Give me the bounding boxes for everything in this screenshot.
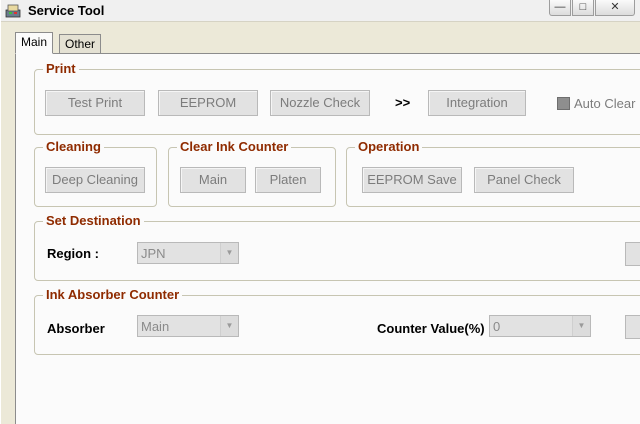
absorber-label: Absorber [47, 321, 105, 336]
eeprom-save-button[interactable]: EEPROM Save [362, 167, 462, 193]
absorber-select[interactable]: Main ▼ [137, 315, 239, 337]
clear-platen-button[interactable]: Platen [255, 167, 321, 193]
counter-value-select-value: 0 [493, 319, 501, 334]
service-tool-window: Service Tool — □ ✕ Main Other Print Test… [0, 0, 640, 424]
tab-main[interactable]: Main [15, 32, 54, 54]
print-group-title: Print [43, 61, 79, 76]
counter-value-select[interactable]: 0 ▼ [489, 315, 591, 337]
chevron-down-icon: ▼ [220, 316, 238, 336]
clear-ink-counter-group-title: Clear Ink Counter [177, 139, 292, 154]
nozzle-check-button[interactable]: Nozzle Check [270, 90, 370, 116]
print-group: Print Test Print EEPROM Nozzle Check >> … [34, 61, 640, 135]
auto-clear-checkbox[interactable] [557, 97, 570, 110]
minimize-button[interactable]: — [549, 0, 571, 16]
window-title: Service Tool [28, 3, 105, 18]
chevron-down-icon: ▼ [220, 243, 238, 263]
region-label: Region : [47, 246, 99, 261]
arrows-indicator: >> [395, 95, 411, 110]
auto-clear-label: Auto Clear [574, 96, 636, 111]
main-tab-panel: Print Test Print EEPROM Nozzle Check >> … [15, 53, 640, 424]
eeprom-button[interactable]: EEPROM [158, 90, 258, 116]
chevron-down-icon: ▼ [572, 316, 590, 336]
region-select[interactable]: JPN ▼ [137, 242, 239, 264]
operation-group: Operation EEPROM Save Panel Check [346, 139, 640, 207]
set-destination-button[interactable] [625, 242, 640, 266]
set-destination-group: Set Destination Region : JPN ▼ [34, 213, 640, 281]
close-button[interactable]: ✕ [595, 0, 635, 16]
cleaning-group-title: Cleaning [43, 139, 104, 154]
test-print-button[interactable]: Test Print [45, 90, 145, 116]
region-select-value: JPN [141, 246, 166, 261]
integration-button[interactable]: Integration [428, 90, 526, 116]
maximize-button[interactable]: □ [572, 0, 594, 16]
counter-value-label: Counter Value(%) [377, 321, 485, 336]
app-icon [5, 4, 21, 18]
tab-other[interactable]: Other [59, 34, 102, 54]
ink-absorber-counter-group-title: Ink Absorber Counter [43, 287, 183, 302]
ink-absorber-counter-group: Ink Absorber Counter Absorber Main ▼ Cou… [34, 287, 640, 355]
absorber-select-value: Main [141, 319, 170, 334]
panel-check-button[interactable]: Panel Check [474, 167, 574, 193]
set-destination-group-title: Set Destination [43, 213, 144, 228]
title-bar[interactable]: Service Tool — □ ✕ [1, 0, 640, 22]
set-counter-button[interactable] [625, 315, 640, 339]
deep-cleaning-button[interactable]: Deep Cleaning [45, 167, 145, 193]
clear-main-button[interactable]: Main [180, 167, 246, 193]
operation-group-title: Operation [355, 139, 423, 154]
cleaning-group: Cleaning Deep Cleaning [34, 139, 157, 207]
clear-ink-counter-group: Clear Ink Counter Main Platen [168, 139, 336, 207]
